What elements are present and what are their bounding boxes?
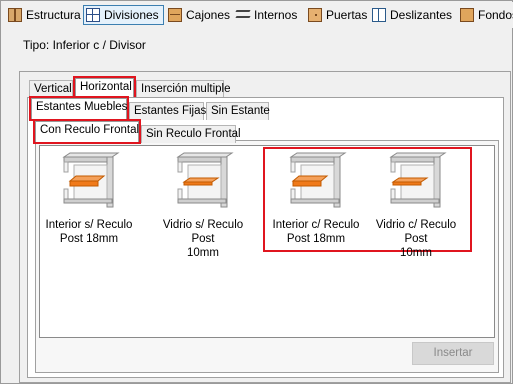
tab-sin-reculo-frontal[interactable]: Sin Reculo Frontal [141, 125, 241, 143]
divisions-icon [86, 8, 100, 22]
list-item[interactable]: Interior c/ Reculo Post 18mm [266, 151, 366, 246]
toolbar-cajones-label: Cajones [186, 8, 231, 22]
toolbar-internos[interactable]: Internos [236, 5, 297, 25]
toolbar-estructura-label: Estructura [26, 8, 81, 22]
toolbar-fondos[interactable]: Fondos [460, 5, 513, 25]
shelf-thumbnail [389, 152, 447, 208]
list-item[interactable]: Interior s/ Reculo Post 18mm [39, 151, 139, 246]
drawers-icon [168, 8, 182, 22]
toolbar-deslizantes-label: Deslizantes [390, 8, 453, 22]
shelf-thumbnail [176, 152, 234, 208]
tipo-label: Tipo: Inferior c / Divisor [23, 38, 146, 52]
shelf-thumbnail [289, 152, 347, 208]
tab-estantes-fijas[interactable]: Estantes Fijas [129, 102, 206, 120]
insert-button[interactable]: Insertar [412, 342, 494, 365]
window: Estructura Divisiones Cajones Internos P… [0, 0, 513, 384]
toolbar-fondos-label: Fondos [478, 8, 513, 22]
backs-icon [460, 8, 474, 22]
structure-icon [8, 8, 22, 22]
toolbar-cajones[interactable]: Cajones [168, 5, 230, 25]
list-item[interactable]: Vidrio c/ Reculo Post 10mm [366, 151, 466, 260]
toolbar-puertas-label: Puertas [326, 8, 368, 22]
tab-sin-estante[interactable]: Sin Estante [206, 102, 270, 120]
toolbar-deslizantes[interactable]: Deslizantes [372, 5, 452, 25]
doors-icon [308, 8, 322, 22]
tab-vertical[interactable]: Vertical [29, 80, 73, 98]
toolbar-estructura[interactable]: Estructura [8, 5, 81, 25]
tab-estantes-muebles[interactable]: Estantes Muebles [29, 96, 129, 121]
list-item-label: Vidrio s/ Reculo Post 10mm [162, 219, 244, 259]
list-item-label: Vidrio c/ Reculo Post 10mm [375, 219, 457, 259]
toolbar-internos-label: Internos [254, 8, 298, 22]
list-item-label: Interior c/ Reculo Post 18mm [272, 219, 360, 245]
toolbar-puertas[interactable]: Puertas [308, 5, 367, 25]
toolbar-divisiones-label: Divisiones [104, 8, 159, 22]
tab-insercion-multiple[interactable]: Inserción multiple [136, 80, 230, 98]
tab-con-reculo-frontal[interactable]: Con Reculo Frontal [33, 119, 141, 144]
shelf-thumbnail [62, 152, 120, 208]
internals-icon [236, 8, 250, 22]
list-item[interactable]: Vidrio s/ Reculo Post 10mm [153, 151, 253, 260]
sliding-icon [372, 8, 386, 22]
toolbar-divisiones[interactable]: Divisiones [83, 5, 164, 25]
tab-horizontal[interactable]: Horizontal [73, 76, 136, 100]
toolbar: Estructura Divisiones Cajones Internos P… [2, 2, 513, 28]
list-item-label: Interior s/ Reculo Post 18mm [45, 219, 133, 245]
